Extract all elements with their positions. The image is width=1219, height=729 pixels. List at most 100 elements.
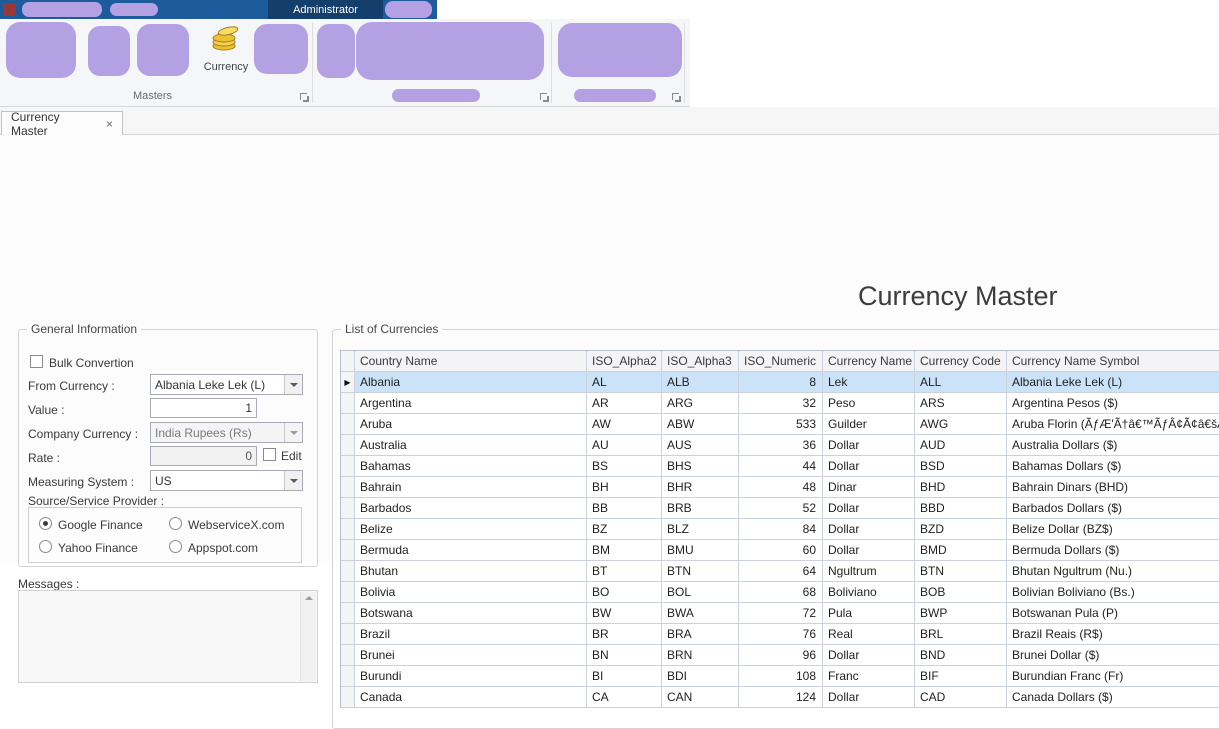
cell[interactable]: Bhutan Ngultrum (Nu.) [1007, 561, 1219, 582]
dialog-launcher-icon[interactable] [672, 93, 682, 103]
chevron-down-icon[interactable] [284, 471, 302, 490]
cell[interactable]: 96 [739, 645, 823, 666]
cell[interactable]: Bermuda Dollars ($) [1007, 540, 1219, 561]
table-row[interactable]: Burundi BI BDI 108 Franc BIF Burundian Franc (… [341, 666, 1219, 687]
cell[interactable]: BRL [915, 624, 1007, 645]
cell[interactable]: 60 [739, 540, 823, 561]
cell[interactable]: 124 [739, 687, 823, 708]
row-selector[interactable] [341, 498, 355, 519]
column-header[interactable]: Currency Name [823, 351, 915, 372]
radio-icon[interactable] [39, 540, 52, 553]
row-selector[interactable] [341, 624, 355, 645]
cell[interactable]: Bahamas [355, 456, 587, 477]
cell[interactable]: BO [587, 582, 662, 603]
radio-icon[interactable] [169, 540, 182, 553]
radio-icon[interactable] [169, 517, 182, 530]
cell[interactable]: 8 [739, 372, 823, 393]
cell[interactable]: AUD [915, 435, 1007, 456]
value-input[interactable]: 1 [150, 398, 257, 418]
close-icon[interactable]: × [106, 117, 113, 131]
cell[interactable]: Botswana [355, 603, 587, 624]
tab-administrator[interactable]: Administrator [268, 0, 383, 19]
cell[interactable]: BOB [915, 582, 1007, 603]
cell[interactable]: CAN [662, 687, 739, 708]
edit-checkbox[interactable] [263, 448, 276, 461]
cell[interactable]: CAD [915, 687, 1007, 708]
table-row[interactable]: Bahrain BH BHR 48 Dinar BHD Bahrain Dinars (BH… [341, 477, 1219, 498]
column-header[interactable]: ISO_Numeric [739, 351, 823, 372]
cell[interactable]: BW [587, 603, 662, 624]
column-header[interactable]: Currency Code [915, 351, 1007, 372]
table-row[interactable]: Botswana BW BWA 72 Pula BWP Botswanan Pula (P) [341, 603, 1219, 624]
row-selector[interactable] [341, 603, 355, 624]
cell[interactable]: Dollar [823, 498, 915, 519]
cell[interactable]: Dollar [823, 519, 915, 540]
cell[interactable]: Franc [823, 666, 915, 687]
table-row[interactable]: Bahamas BS BHS 44 Dollar BSD Bahamas Dollars (… [341, 456, 1219, 477]
cell[interactable]: AUS [662, 435, 739, 456]
cell[interactable]: BRA [662, 624, 739, 645]
cell[interactable]: Aruba [355, 414, 587, 435]
cell[interactable]: BTN [662, 561, 739, 582]
cell[interactable]: Dollar [823, 687, 915, 708]
table-row[interactable]: Australia AU AUS 36 Dollar AUD Australia Dolla… [341, 435, 1219, 456]
cell[interactable]: AWG [915, 414, 1007, 435]
cell[interactable]: BBD [915, 498, 1007, 519]
cell[interactable]: Boliviano [823, 582, 915, 603]
cell[interactable]: Albania Leke Lek (L) [1007, 372, 1219, 393]
cell[interactable]: Peso [823, 393, 915, 414]
table-row[interactable]: Canada CA CAN 124 Dollar CAD Canada Dollars ($… [341, 687, 1219, 708]
cell[interactable]: BR [587, 624, 662, 645]
cell[interactable]: Barbados [355, 498, 587, 519]
cell[interactable]: Bolivian Boliviano (Bs.) [1007, 582, 1219, 603]
scrollbar[interactable] [300, 592, 316, 681]
column-header[interactable]: Currency Name Symbol [1007, 351, 1219, 372]
cell[interactable]: Brunei [355, 645, 587, 666]
cell[interactable]: Bolivia [355, 582, 587, 603]
cell[interactable]: Argentina [355, 393, 587, 414]
row-selector[interactable] [341, 561, 355, 582]
cell[interactable]: Barbados Dollars ($) [1007, 498, 1219, 519]
select-all-corner[interactable] [341, 351, 355, 372]
cell[interactable]: BLZ [662, 519, 739, 540]
cell[interactable]: BIF [915, 666, 1007, 687]
cell[interactable]: 72 [739, 603, 823, 624]
column-header[interactable]: ISO_Alpha2 [587, 351, 662, 372]
cell[interactable]: ALL [915, 372, 1007, 393]
cell[interactable]: Australia [355, 435, 587, 456]
row-selector[interactable] [341, 435, 355, 456]
cell[interactable]: 36 [739, 435, 823, 456]
cell[interactable]: BH [587, 477, 662, 498]
rate-input[interactable]: 0 [150, 446, 257, 466]
cell[interactable]: Pula [823, 603, 915, 624]
cell[interactable]: Burundian Franc (Fr) [1007, 666, 1219, 687]
cell[interactable]: BN [587, 645, 662, 666]
cell[interactable]: AW [587, 414, 662, 435]
cell[interactable]: Bahrain [355, 477, 587, 498]
cell[interactable]: 44 [739, 456, 823, 477]
row-selector[interactable] [341, 456, 355, 477]
cell[interactable]: AR [587, 393, 662, 414]
column-header[interactable]: ISO_Alpha3 [662, 351, 739, 372]
cell[interactable]: BTN [915, 561, 1007, 582]
cell[interactable]: 533 [739, 414, 823, 435]
cell[interactable]: Belize Dollar (BZ$) [1007, 519, 1219, 540]
currency-button[interactable]: Currency [198, 22, 254, 90]
cell[interactable]: AL [587, 372, 662, 393]
chevron-down-icon[interactable] [284, 375, 302, 394]
column-header[interactable]: Country Name [355, 351, 587, 372]
cell[interactable]: BWP [915, 603, 1007, 624]
row-selector[interactable] [341, 393, 355, 414]
cell[interactable]: Burundi [355, 666, 587, 687]
cell[interactable]: AU [587, 435, 662, 456]
cell[interactable]: Brazil [355, 624, 587, 645]
cell[interactable]: Canada [355, 687, 587, 708]
table-row[interactable]: Aruba AW ABW 533 Guilder AWG Aruba Florin (ÃƒÆ… [341, 414, 1219, 435]
cell[interactable]: Bahrain Dinars (BHD) [1007, 477, 1219, 498]
table-row[interactable]: AlbaniaALALB8LekALLAlbania Leke Lek (L) [341, 372, 1219, 393]
cell[interactable]: Brunei Dollar ($) [1007, 645, 1219, 666]
cell[interactable]: ALB [662, 372, 739, 393]
company-currency-combo[interactable]: India Rupees (Rs) [150, 422, 303, 443]
cell[interactable]: BHD [915, 477, 1007, 498]
tab-currency-master[interactable]: Currency Master × [1, 110, 123, 138]
